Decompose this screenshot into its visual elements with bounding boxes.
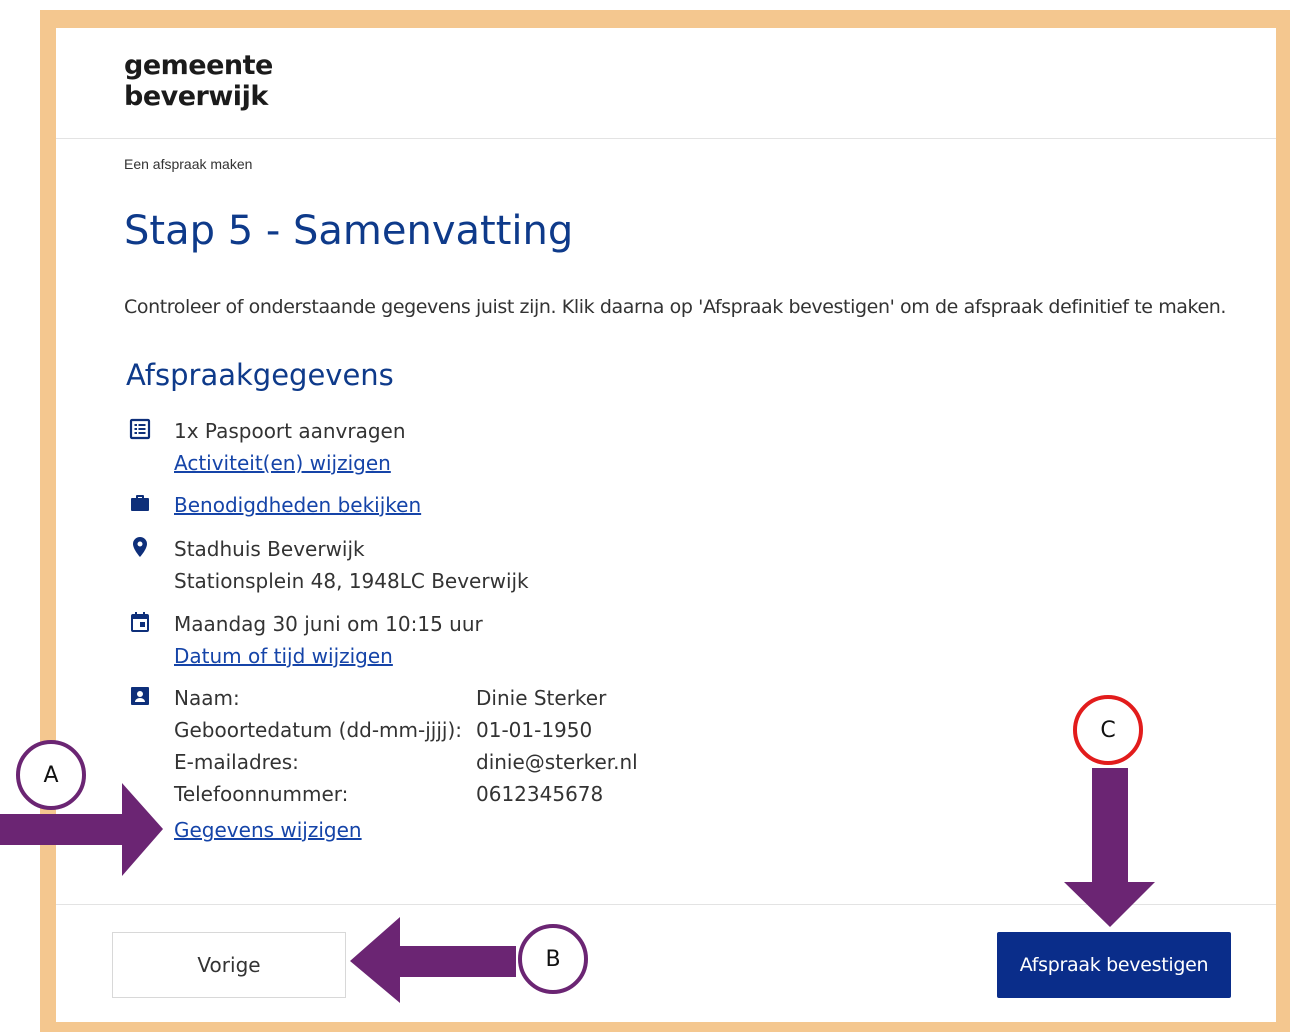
field-row: E-mailadres: dinie@sterker.nl bbox=[174, 746, 638, 778]
annotation-b-badge: B bbox=[518, 924, 588, 994]
location-name: Stadhuis Beverwijk bbox=[174, 537, 365, 561]
location-address: Stationsplein 48, 1948LC Beverwijk bbox=[174, 569, 529, 593]
location-text-block: Stadhuis Beverwijk Stationsplein 48, 194… bbox=[174, 533, 529, 597]
change-datetime-link[interactable]: Datum of tijd wijzigen bbox=[174, 640, 483, 672]
breadcrumb: Een afspraak maken bbox=[124, 156, 253, 172]
requirements-text-block: Benodigdheden bekijken bbox=[174, 489, 421, 521]
field-value: 0612345678 bbox=[476, 782, 604, 806]
intro-text: Controleer of onderstaande gegevens juis… bbox=[124, 296, 1227, 318]
field-value: Dinie Sterker bbox=[476, 686, 607, 710]
list-icon bbox=[129, 418, 151, 440]
field-label: Naam: bbox=[174, 686, 240, 710]
field-label: E-mailadres: bbox=[174, 750, 299, 774]
previous-button[interactable]: Vorige bbox=[112, 932, 346, 998]
contact-card-icon bbox=[131, 687, 149, 705]
field-row: Naam: Dinie Sterker bbox=[174, 682, 638, 714]
field-value: 01-01-1950 bbox=[476, 718, 593, 742]
datetime-text-block: Maandag 30 juni om 10:15 uur Datum of ti… bbox=[174, 608, 483, 672]
calendar-icon bbox=[131, 612, 149, 632]
activity-text: 1x Paspoort aanvragen bbox=[174, 419, 406, 443]
location-pin-icon bbox=[133, 537, 147, 557]
logo-line-1: gemeente bbox=[124, 50, 273, 81]
datetime-text: Maandag 30 juni om 10:15 uur bbox=[174, 612, 483, 636]
field-row: Telefoonnummer: 0612345678 bbox=[174, 778, 638, 810]
confirm-appointment-button[interactable]: Afspraak bevestigen bbox=[997, 932, 1231, 998]
change-details-link[interactable]: Gegevens wijzigen bbox=[174, 814, 638, 846]
field-label: Geboortedatum (dd-mm-jjjj): bbox=[174, 718, 463, 742]
activity-text-block: 1x Paspoort aanvragen Activiteit(en) wij… bbox=[174, 415, 406, 479]
field-row: Geboortedatum (dd-mm-jjjj): 01-01-1950 bbox=[174, 714, 638, 746]
annotation-a-badge: A bbox=[16, 740, 86, 810]
section-title: Afspraakgegevens bbox=[126, 358, 394, 392]
personal-details-block: Naam: Dinie Sterker Geboortedatum (dd-mm-… bbox=[174, 682, 638, 846]
field-label: Telefoonnummer: bbox=[174, 782, 349, 806]
logo[interactable]: gemeente beverwijk bbox=[124, 50, 273, 112]
briefcase-icon bbox=[131, 495, 149, 511]
app-window: gemeente beverwijk Een afspraak maken St… bbox=[56, 28, 1276, 1022]
annotation-c-badge: C bbox=[1073, 695, 1143, 765]
logo-line-2: beverwijk bbox=[124, 81, 268, 112]
change-activity-link[interactable]: Activiteit(en) wijzigen bbox=[174, 447, 406, 479]
view-requirements-link[interactable]: Benodigdheden bekijken bbox=[174, 489, 421, 521]
page-title: Stap 5 - Samenvatting bbox=[124, 208, 574, 254]
header: gemeente beverwijk bbox=[56, 28, 1276, 139]
field-value: dinie@sterker.nl bbox=[476, 750, 638, 774]
